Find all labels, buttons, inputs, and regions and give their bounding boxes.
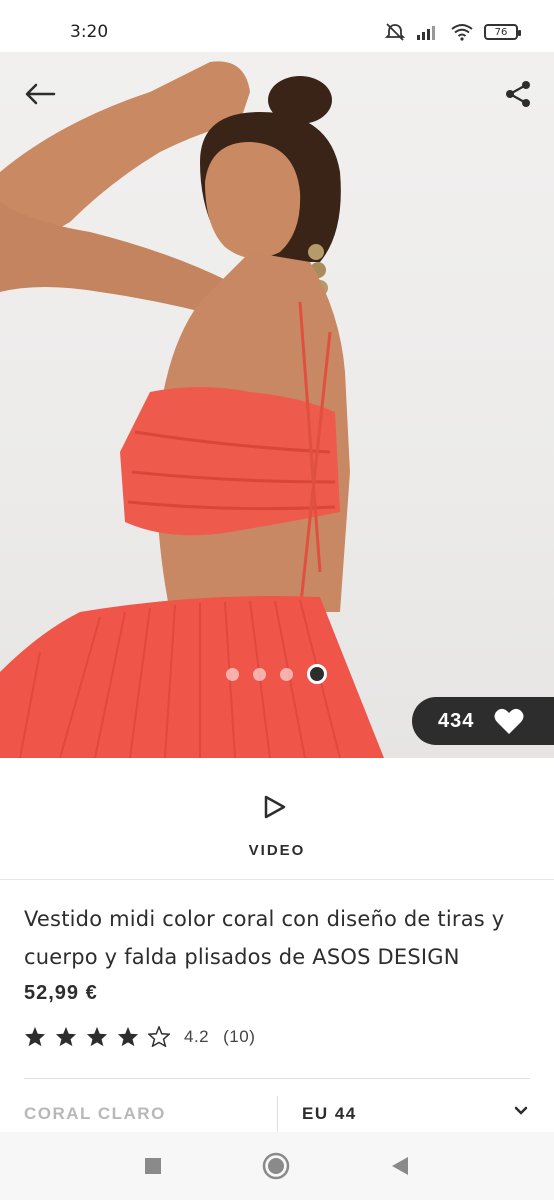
divider [24,1078,530,1079]
product-photo [0,61,384,758]
back-nav-icon[interactable] [390,1156,410,1176]
carousel-dot-active[interactable] [307,664,327,684]
status-bar: 3:20 76 [0,0,554,52]
product-title: Vestido midi color coral con diseño de t… [24,907,505,969]
heart-icon [494,708,524,734]
share-icon [506,81,530,107]
color-label: CORAL CLARO [24,1104,166,1123]
rating-stars [24,1026,170,1047]
home-icon[interactable] [262,1152,290,1180]
battery-indicator: 76 [484,24,521,40]
like-count: 434 [438,709,475,732]
status-icons: 76 [384,22,521,42]
product-options: CORAL CLARO EU 44 [24,1096,530,1136]
size-value: EU 44 [302,1104,357,1123]
back-arrow-icon [25,83,56,105]
carousel-dot[interactable] [253,667,266,681]
recents-icon[interactable] [144,1157,162,1175]
status-time: 3:20 [70,22,109,42]
star-icon [86,1026,108,1047]
share-button[interactable] [498,74,538,114]
carousel-dot[interactable] [226,667,239,681]
rating-count: (10) [223,1026,256,1046]
star-icon [24,1026,46,1047]
mute-icon [384,23,406,41]
battery-level: 76 [494,26,508,38]
rating-summary[interactable]: 4.2 (10) [24,1026,255,1047]
carousel-dot[interactable] [280,667,293,681]
play-icon [264,795,286,819]
carousel-dots [226,664,327,684]
signal-icon [417,26,435,40]
star-icon [55,1026,77,1047]
video-button[interactable]: VIDEO [0,758,554,880]
save-for-later-button[interactable]: 434 [412,697,554,745]
star-outline-icon [148,1026,170,1047]
chevron-down-icon [514,1106,528,1115]
product-image-carousel[interactable]: 434 [0,52,554,758]
product-price: 52,99 € [24,982,98,1004]
video-label: VIDEO [248,842,306,859]
rating-value: 4.2 [184,1026,210,1046]
system-nav-bar [0,1132,554,1200]
size-select[interactable]: EU 44 [277,1096,530,1136]
star-icon [117,1026,139,1047]
back-button[interactable] [20,74,60,114]
wifi-icon [451,24,473,41]
